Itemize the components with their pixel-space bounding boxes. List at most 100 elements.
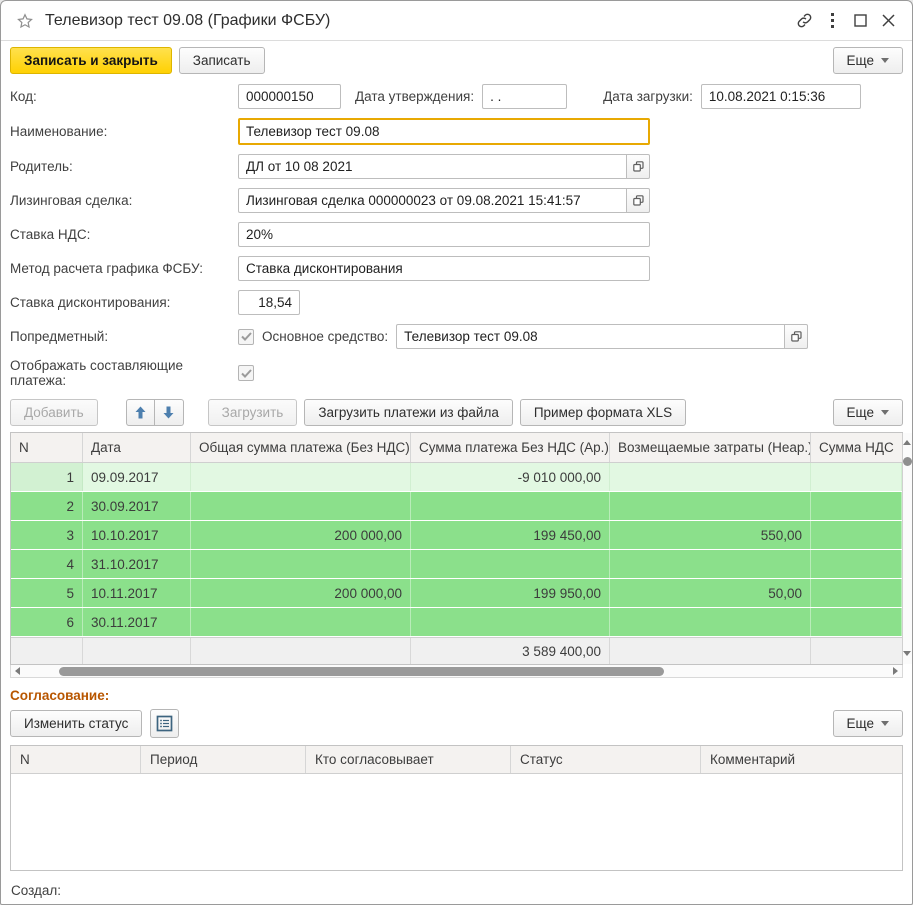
- cell-date[interactable]: 30.11.2017: [83, 608, 191, 636]
- close-icon[interactable]: [874, 8, 902, 34]
- cell-date[interactable]: 30.09.2017: [83, 492, 191, 520]
- cell-total[interactable]: [191, 608, 411, 636]
- payments-more-button[interactable]: Еще: [833, 399, 903, 426]
- col-status[interactable]: Статус: [511, 746, 701, 773]
- chevron-down-icon: [881, 58, 889, 63]
- calc-method-label: Метод расчета графика ФСБУ:: [10, 261, 238, 276]
- save-button[interactable]: Записать: [179, 47, 265, 74]
- cell-n[interactable]: 3: [11, 521, 83, 549]
- cell-n[interactable]: 4: [11, 550, 83, 578]
- load-date-label: Дата загрузки:: [603, 89, 693, 104]
- cell-total[interactable]: 200 000,00: [191, 521, 411, 549]
- approval-date-field[interactable]: . .: [482, 84, 567, 109]
- parent-open-picker-icon[interactable]: [627, 154, 650, 179]
- calc-method-field[interactable]: Ставка дисконтирования: [238, 256, 650, 281]
- col-period[interactable]: Период: [141, 746, 306, 773]
- scrollbar-thumb[interactable]: [903, 457, 912, 466]
- show-components-checkbox[interactable]: [238, 365, 254, 381]
- fixed-asset-open-picker-icon[interactable]: [785, 324, 808, 349]
- cell-total[interactable]: [191, 550, 411, 578]
- title-bar: Телевизор тест 09.08 (Графики ФСБУ): [1, 1, 912, 41]
- cell-net[interactable]: -9 010 000,00: [411, 463, 610, 491]
- maximize-icon[interactable]: [846, 8, 874, 34]
- cell-vat[interactable]: [811, 579, 902, 607]
- col-total[interactable]: Общая сумма платежа (Без НДС): [191, 433, 411, 462]
- more-button-top[interactable]: Еще: [833, 47, 903, 74]
- approval-more-button[interactable]: Еще: [833, 710, 903, 737]
- fixed-asset-field[interactable]: Телевизор тест 09.08: [396, 324, 785, 349]
- col-date[interactable]: Дата: [83, 433, 191, 462]
- kebab-menu-icon[interactable]: [818, 8, 846, 34]
- favorite-star-icon[interactable]: [13, 9, 37, 33]
- load-from-file-button[interactable]: Загрузить платежи из файла: [304, 399, 513, 426]
- load-date-field[interactable]: 10.08.2021 0:15:36: [701, 84, 861, 109]
- cell-n[interactable]: 2: [11, 492, 83, 520]
- cell-n[interactable]: 1: [11, 463, 83, 491]
- cell-net[interactable]: [411, 550, 610, 578]
- col-comment[interactable]: Комментарий: [701, 746, 902, 773]
- parent-label: Родитель:: [10, 159, 238, 174]
- scrollbar-thumb[interactable]: [59, 667, 665, 676]
- cell-date[interactable]: 10.10.2017: [83, 521, 191, 549]
- cell-net[interactable]: [411, 492, 610, 520]
- parent-field[interactable]: ДЛ от 10 08 2021: [238, 154, 627, 179]
- leasing-deal-field[interactable]: Лизинговая сделка 000000023 от 09.08.202…: [238, 188, 627, 213]
- cell-date[interactable]: 31.10.2017: [83, 550, 191, 578]
- load-button[interactable]: Загрузить: [208, 399, 298, 426]
- cell-n[interactable]: 5: [11, 579, 83, 607]
- cell-total[interactable]: [191, 492, 411, 520]
- table-row[interactable]: 2 30.09.2017: [11, 492, 902, 521]
- col-net[interactable]: Сумма платежа Без НДС (Ар.): [411, 433, 610, 462]
- col-approver[interactable]: Кто согласовывает: [306, 746, 511, 773]
- xls-example-button[interactable]: Пример формата XLS: [520, 399, 686, 426]
- scroll-left-icon[interactable]: [15, 667, 20, 675]
- cell-reimb[interactable]: [610, 492, 811, 520]
- save-and-close-button[interactable]: Записать и закрыть: [10, 47, 172, 74]
- horizontal-scrollbar[interactable]: [10, 665, 903, 678]
- cell-n[interactable]: 6: [11, 608, 83, 636]
- cell-reimb[interactable]: 50,00: [610, 579, 811, 607]
- table-row[interactable]: 4 31.10.2017: [11, 550, 902, 579]
- per-item-checkbox[interactable]: [238, 329, 254, 345]
- link-icon[interactable]: [790, 8, 818, 34]
- cell-net[interactable]: [411, 608, 610, 636]
- cell-reimb[interactable]: [610, 608, 811, 636]
- table-row[interactable]: 5 10.11.2017 200 000,00 199 950,00 50,00: [11, 579, 902, 608]
- name-field[interactable]: Телевизор тест 09.08: [238, 118, 650, 145]
- leasing-deal-open-picker-icon[interactable]: [627, 188, 650, 213]
- move-up-button[interactable]: [126, 399, 155, 426]
- cell-vat[interactable]: [811, 608, 902, 636]
- scroll-right-icon[interactable]: [893, 667, 898, 675]
- vertical-scrollbar[interactable]: [902, 433, 912, 664]
- approval-table-body[interactable]: [11, 774, 902, 870]
- cell-date[interactable]: 09.09.2017: [83, 463, 191, 491]
- vat-rate-field[interactable]: 20%: [238, 222, 650, 247]
- change-status-button[interactable]: Изменить статус: [10, 710, 142, 737]
- cell-net[interactable]: 199 450,00: [411, 521, 610, 549]
- table-row[interactable]: 6 30.11.2017: [11, 608, 902, 637]
- scroll-down-icon[interactable]: [903, 651, 911, 656]
- cell-vat[interactable]: [811, 492, 902, 520]
- cell-date[interactable]: 10.11.2017: [83, 579, 191, 607]
- move-down-button[interactable]: [155, 399, 184, 426]
- discount-rate-field[interactable]: 18,54: [238, 290, 300, 315]
- cell-vat[interactable]: [811, 463, 902, 491]
- approval-list-button[interactable]: [150, 709, 179, 738]
- cell-vat[interactable]: [811, 550, 902, 578]
- table-row[interactable]: 3 10.10.2017 200 000,00 199 450,00 550,0…: [11, 521, 902, 550]
- cell-reimb[interactable]: 550,00: [610, 521, 811, 549]
- cell-net[interactable]: 199 950,00: [411, 579, 610, 607]
- col-n[interactable]: N: [11, 433, 83, 462]
- cell-total[interactable]: [191, 463, 411, 491]
- scroll-up-icon[interactable]: [903, 440, 911, 445]
- table-row[interactable]: 1 09.09.2017 -9 010 000,00: [11, 463, 902, 492]
- cell-reimb[interactable]: [610, 463, 811, 491]
- col-vat[interactable]: Сумма НДС: [811, 433, 902, 462]
- cell-vat[interactable]: [811, 521, 902, 549]
- cell-total[interactable]: 200 000,00: [191, 579, 411, 607]
- add-row-button[interactable]: Добавить: [10, 399, 98, 426]
- cell-reimb[interactable]: [610, 550, 811, 578]
- col-n[interactable]: N: [11, 746, 141, 773]
- col-reimb[interactable]: Возмещаемые затраты (Неар.): [610, 433, 811, 462]
- code-field[interactable]: 000000150: [238, 84, 341, 109]
